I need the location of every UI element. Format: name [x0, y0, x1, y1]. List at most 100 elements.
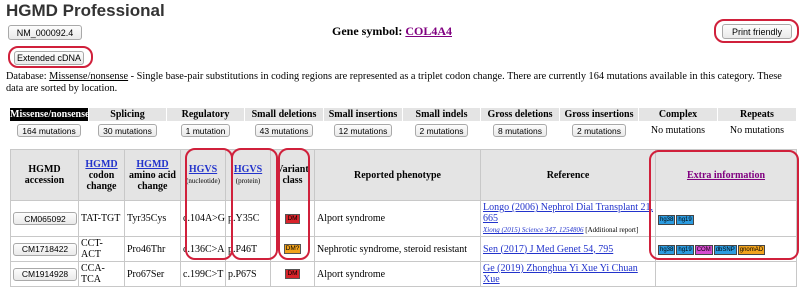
table-header-row: HGMD accession HGMD codon change HGMD amin…: [10, 149, 797, 201]
tab-complex[interactable]: Complex No mutations: [639, 108, 717, 140]
description-prefix: Database:: [6, 71, 50, 82]
hgvs-c-cell: c.104A>G: [180, 200, 226, 237]
extended-cdna-button[interactable]: Extended cDNA: [14, 51, 84, 65]
accession-cell: CM1914928: [10, 261, 79, 287]
mutation-count-button[interactable]: 2 mutations: [414, 124, 469, 137]
hg38-button[interactable]: hg38: [658, 245, 676, 255]
category-link[interactable]: Missense/nonsense: [49, 71, 128, 82]
amino-cell: Tyr35Cys: [124, 200, 181, 237]
hgmd-codon-link[interactable]: HGMD: [85, 159, 117, 170]
extra-info-cell: [655, 261, 797, 287]
hgvs-c-cell: c.136C>A: [180, 236, 226, 262]
hgvs-p-cell: p.P46T: [225, 236, 271, 262]
accession-cell: CM1718422: [10, 236, 79, 262]
col-codon-change: HGMD codon change: [78, 149, 125, 201]
hgvs-c-cell: c.199C>T: [180, 261, 226, 287]
table-row: CM1914928 CCA-TCA Pro67Ser c.199C>T p.P6…: [10, 261, 797, 287]
variant-class-badge: DM?: [283, 244, 302, 255]
reference-link[interactable]: Sen (2017) J Med Genet 54, 795: [483, 244, 613, 255]
accession-button[interactable]: CM1914928: [13, 267, 77, 281]
mutations-table: HGMD accession HGMD codon change HGMD amin…: [10, 149, 797, 287]
hgvs-p-cell: p.Y35C: [225, 200, 271, 237]
col-hgvs-nuc-sub: (nucleotide): [186, 176, 220, 185]
additional-reference-link[interactable]: Xiong (2015) Science 347, 1254806: [483, 226, 584, 234]
tab-small-indels[interactable]: Small indels 2 mutations: [403, 108, 480, 140]
mutation-count-text: No mutations: [729, 125, 785, 136]
col-amino-label: amino acid change: [129, 169, 176, 192]
mutation-count-button[interactable]: 30 mutations: [98, 124, 157, 137]
hgmd-amino-link[interactable]: HGMD: [136, 159, 168, 170]
hg19-button[interactable]: hg19: [676, 214, 694, 225]
tab-label: Complex: [639, 108, 717, 121]
hg38-button[interactable]: hg38: [658, 214, 676, 225]
hgvs-nucleotide-link[interactable]: HGVS: [189, 164, 217, 175]
extra-info-cell: hg38 hg19: [655, 200, 797, 237]
page-title: HGMD Professional: [6, 1, 165, 20]
tab-repeats[interactable]: Repeats No mutations: [718, 108, 796, 140]
gnomad-button[interactable]: gnomAD: [737, 245, 766, 255]
gene-symbol-label: Gene symbol:: [332, 24, 403, 38]
phenotype-cell: Alport syndrome: [314, 261, 481, 287]
col-hgvs-protein: HGVS (protein): [225, 149, 271, 201]
mutation-count-button[interactable]: 43 mutations: [254, 124, 314, 137]
dbsnp-button[interactable]: dbSNP: [713, 245, 737, 255]
tab-small-insertions[interactable]: Small insertions 12 mutations: [324, 108, 402, 140]
tab-gross-deletions[interactable]: Gross deletions 8 mutations: [481, 108, 559, 140]
reference-cell: Sen (2017) J Med Genet 54, 795: [480, 236, 656, 262]
codon-cell: CCA-TCA: [78, 261, 125, 287]
tab-small-deletions[interactable]: Small deletions 43 mutations: [245, 108, 323, 140]
extra-info-cell: hg38 hg19 COM dbSNP gnomAD: [655, 236, 797, 262]
tab-splicing[interactable]: Splicing 30 mutations: [89, 108, 166, 140]
accession-button[interactable]: CM1718422: [13, 242, 77, 256]
tab-label: Gross insertions: [560, 108, 638, 121]
variant-class-cell: DM: [270, 200, 315, 237]
reference-cell: Longo (2006) Nephrol Dial Transplant 21,…: [480, 200, 656, 237]
mutation-count-button[interactable]: 1 mutation: [180, 124, 231, 137]
tab-gross-insertions[interactable]: Gross insertions 2 mutations: [560, 108, 638, 140]
col-extra-information: Extra information: [655, 149, 797, 201]
com-button[interactable]: COM: [694, 245, 713, 255]
variant-class-badge: DM: [285, 269, 300, 280]
amino-cell: Pro46Thr: [124, 236, 181, 262]
table-row: CM065092 TAT-TGT Tyr35Cys c.104A>G p.Y35…: [10, 200, 797, 237]
tab-label: Regulatory: [167, 108, 244, 121]
col-variant-class: Variant class: [270, 149, 315, 201]
variant-class-cell: DM?: [270, 236, 315, 262]
table-row: CM1718422 CCT-ACT Pro46Thr c.136C>A p.P4…: [10, 236, 797, 262]
mutation-count-text: No mutations: [650, 125, 706, 136]
phenotype-cell: Nephrotic syndrome, steroid resistant: [314, 236, 481, 262]
accession-button[interactable]: CM065092: [13, 212, 77, 225]
hgvs-protein-link[interactable]: HGVS: [234, 164, 262, 175]
mutation-count-button[interactable]: 8 mutations: [493, 124, 547, 137]
phenotype-cell: Alport syndrome: [314, 200, 481, 237]
gene-symbol-heading: Gene symbol: COL4A4: [332, 24, 452, 39]
tab-missense-nonsense[interactable]: Missense/nonsense 164 mutations: [10, 108, 89, 140]
gene-symbol-link[interactable]: COL4A4: [405, 24, 452, 38]
accession-number-box[interactable]: NM_000092.4: [8, 25, 82, 40]
col-accession: HGMD accession: [10, 149, 79, 201]
reference-link[interactable]: Ge (2019) Zhonghua Yi Xue Yi Chuan Xue: [483, 263, 638, 285]
tab-label: Small insertions: [324, 108, 402, 121]
hg19-button[interactable]: hg19: [676, 245, 694, 255]
codon-cell: CCT-ACT: [78, 236, 125, 262]
variant-class-badge: DM: [285, 213, 300, 224]
database-description: Database: Missense/nonsense - Single bas…: [6, 71, 796, 95]
reference-cell: Ge (2019) Zhonghua Yi Xue Yi Chuan Xue: [480, 261, 656, 287]
col-hgvs-prot-sub: (protein): [235, 176, 261, 185]
accession-cell: CM065092: [10, 200, 79, 237]
hgvs-p-cell: p.P67S: [225, 261, 271, 287]
tab-regulatory[interactable]: Regulatory 1 mutation: [167, 108, 244, 140]
tab-label: Small deletions: [245, 108, 323, 121]
amino-cell: Pro67Ser: [124, 261, 181, 287]
extra-information-link[interactable]: Extra information: [687, 170, 765, 181]
tab-label: Splicing: [89, 108, 166, 121]
reference-link[interactable]: Longo (2006) Nephrol Dial Transplant 21,…: [483, 202, 653, 224]
mutation-count-button[interactable]: 2 mutations: [572, 124, 626, 137]
col-phenotype: Reported phenotype: [314, 149, 481, 201]
tab-label: Small indels: [403, 108, 480, 121]
col-amino-acid-change: HGMD amino acid change: [124, 149, 181, 201]
mutation-count-button[interactable]: 164 mutations: [17, 124, 81, 137]
mutation-count-button[interactable]: 12 mutations: [333, 124, 393, 137]
print-friendly-button[interactable]: Print friendly: [722, 24, 792, 39]
col-codon-label: codon change: [86, 169, 117, 192]
